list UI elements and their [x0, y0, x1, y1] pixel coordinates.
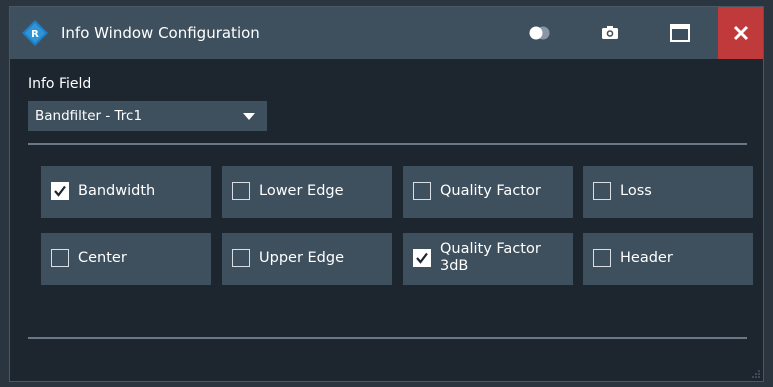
camera-icon	[602, 26, 618, 39]
checkbox-unchecked-icon	[232, 182, 250, 200]
checkbox-quality-factor[interactable]: Quality Factor	[403, 166, 573, 218]
close-button[interactable]	[718, 7, 763, 59]
title-bar[interactable]: R Info Window Configuration	[10, 7, 763, 59]
checkbox-unchecked-icon	[593, 249, 611, 267]
info-field-label: Info Field	[28, 76, 92, 92]
checkbox-label: Center	[78, 250, 127, 266]
checkbox-bandwidth[interactable]: Bandwidth	[41, 166, 211, 218]
close-icon	[733, 25, 748, 41]
checkbox-header[interactable]: Header	[583, 233, 753, 285]
checkbox-label: Loss	[620, 183, 652, 199]
svg-text:R: R	[31, 29, 39, 40]
window-title: Info Window Configuration	[61, 24, 260, 42]
divider-top	[28, 143, 747, 145]
chevron-down-icon	[243, 113, 255, 120]
checkbox-upper-edge[interactable]: Upper Edge	[222, 233, 392, 285]
maximize-button[interactable]	[662, 7, 698, 59]
checkbox-center[interactable]: Center	[41, 233, 211, 285]
checkbox-loss[interactable]: Loss	[583, 166, 753, 218]
checkbox-label: Lower Edge	[259, 183, 344, 199]
checkbox-label: Quality Factor 3dB	[440, 241, 541, 274]
resize-grip-icon[interactable]	[752, 370, 760, 378]
checkbox-label: Quality Factor	[440, 183, 541, 199]
info-field-selected-value: Bandfilter - Trc1	[35, 108, 143, 124]
toggle-icon	[529, 26, 550, 40]
checkbox-label: Bandwidth	[78, 183, 156, 199]
checkbox-label: Header	[620, 250, 673, 266]
screenshot-button[interactable]	[592, 7, 628, 59]
checkbox-label: Upper Edge	[259, 250, 345, 266]
divider-bottom	[28, 337, 747, 339]
checkbox-unchecked-icon	[413, 182, 431, 200]
checkbox-unchecked-icon	[51, 249, 69, 267]
checkbox-checked-icon	[413, 249, 431, 267]
maximize-icon	[670, 24, 690, 42]
app-logo-icon: R	[22, 20, 48, 46]
checkbox-lower-edge[interactable]: Lower Edge	[222, 166, 392, 218]
checkbox-unchecked-icon	[232, 249, 250, 267]
toggle-button[interactable]	[522, 7, 556, 59]
checkbox-unchecked-icon	[593, 182, 611, 200]
info-field-select[interactable]: Bandfilter - Trc1	[28, 101, 267, 131]
checkbox-checked-icon	[51, 182, 69, 200]
checkbox-quality-factor-3db[interactable]: Quality Factor 3dB	[403, 233, 573, 285]
info-window-configuration-dialog: R Info Window Configuration Info Field B…	[9, 6, 764, 382]
